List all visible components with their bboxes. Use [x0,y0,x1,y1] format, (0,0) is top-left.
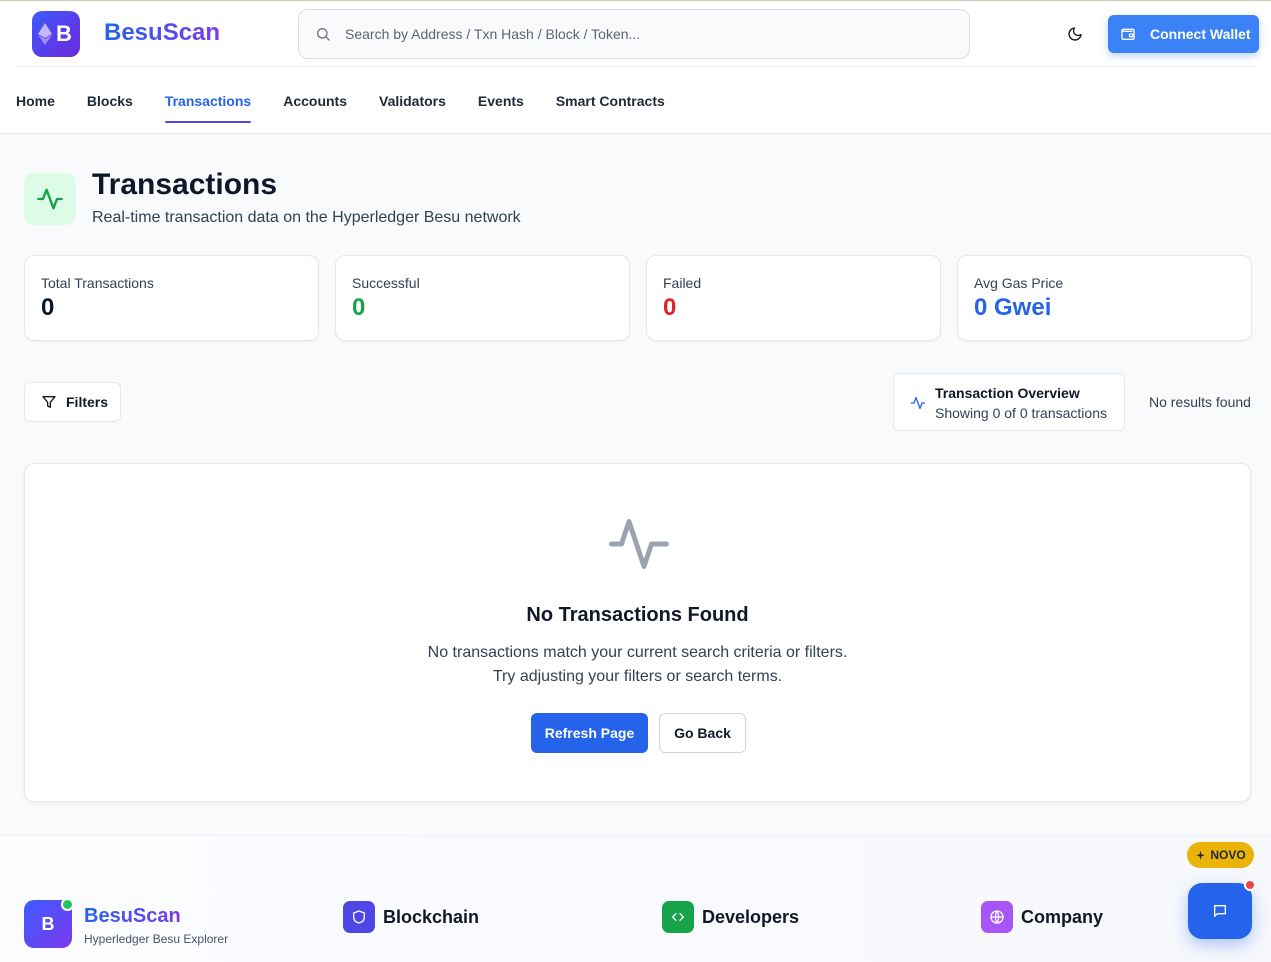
logo-letter: B [56,21,72,46]
transaction-overview: Transaction Overview Showing 0 of 0 tran… [893,373,1125,431]
page-title: Transactions [92,168,278,201]
ethereum-icon [38,23,52,45]
stat-value: 0 [41,294,55,321]
overview-count: Showing 0 of 0 transactions [935,405,1107,421]
stat-card-successful: Successful 0 [335,255,630,341]
brand-name[interactable]: BesuScan [104,19,220,47]
footer-column-label: Company [1021,906,1104,927]
nav-item-blocks[interactable]: Blocks [87,67,133,135]
search-icon [317,28,330,41]
filters-button[interactable]: Filters [24,382,121,422]
novo-badge[interactable]: NOVO [1187,842,1254,868]
nav-item-validators[interactable]: Validators [379,67,446,135]
filter-icon [42,396,56,408]
stat-card-total: Total Transactions 0 [24,255,319,341]
search-bar[interactable] [298,9,970,59]
footer-tagline: Hyperledger Besu Explorer [84,932,229,946]
footer-brand[interactable]: BesuScan [84,905,181,928]
nav-item-events[interactable]: Events [478,67,524,135]
empty-state-card: No Transactions Found No transactions ma… [24,463,1251,802]
moon-icon [1068,27,1082,41]
stat-label: Total Transactions [41,275,154,291]
activity-icon [910,397,926,409]
nav-item-accounts[interactable]: Accounts [283,67,347,135]
overview-title: Transaction Overview [935,385,1080,401]
go-back-button[interactable]: Go Back [659,713,746,753]
stat-card-avg-gas: Avg Gas Price 0 Gwei [957,255,1252,341]
page-title-icon [24,173,76,225]
top-header: B BesuScan Connect Wallet Home Blocks Tr… [0,0,1271,134]
code-icon [662,901,694,933]
stat-label: Successful [352,275,420,291]
footer-column-developers: Developers [662,901,799,933]
footer: B BesuScan Hyperledger Besu Explorer Blo… [0,835,1271,962]
brand-logo[interactable]: B [32,11,80,57]
stat-value: 0 [663,294,677,321]
notification-dot [1244,879,1256,891]
chat-icon [1214,905,1226,917]
stat-label: Failed [663,275,702,291]
empty-state-description: No transactions match your current searc… [427,644,848,661]
refresh-page-button[interactable]: Refresh Page [531,713,648,753]
empty-state-hint: Try adjusting your filters or search ter… [492,668,783,685]
nav-item-smart-contracts[interactable]: Smart Contracts [556,67,665,135]
globe-icon [981,901,1013,933]
main-nav: Home Blocks Transactions Accounts Valida… [16,67,697,135]
footer-column-blockchain: Blockchain [343,901,479,933]
footer-column-label: Blockchain [383,906,480,927]
sparkle-icon [1196,850,1205,860]
online-status-dot [61,898,74,911]
filters-label: Filters [66,394,109,410]
chat-button[interactable] [1188,883,1252,939]
stat-value: 0 [352,294,366,321]
empty-state-title: No Transactions Found [526,604,749,626]
wallet-icon [1121,28,1135,40]
stat-label: Avg Gas Price [974,275,1064,291]
stat-card-failed: Failed 0 [646,255,941,341]
stat-value: 0 Gwei [974,294,1052,321]
connect-wallet-label: Connect Wallet [1150,26,1251,42]
footer-column-label: Developers [702,906,800,927]
novo-label: NOVO [1210,848,1246,862]
no-results-text: No results found [1149,394,1251,410]
search-input[interactable] [345,10,945,58]
nav-item-home[interactable]: Home [16,67,55,135]
footer-column-company: Company [981,901,1103,933]
nav-item-transactions[interactable]: Transactions [164,67,252,135]
shield-icon [343,901,375,933]
connect-wallet-button[interactable]: Connect Wallet [1108,15,1259,53]
page-subtitle: Real-time transaction data on the Hyperl… [92,209,521,226]
theme-toggle-button[interactable] [1062,21,1088,47]
activity-icon [37,188,63,210]
activity-icon [609,519,669,569]
